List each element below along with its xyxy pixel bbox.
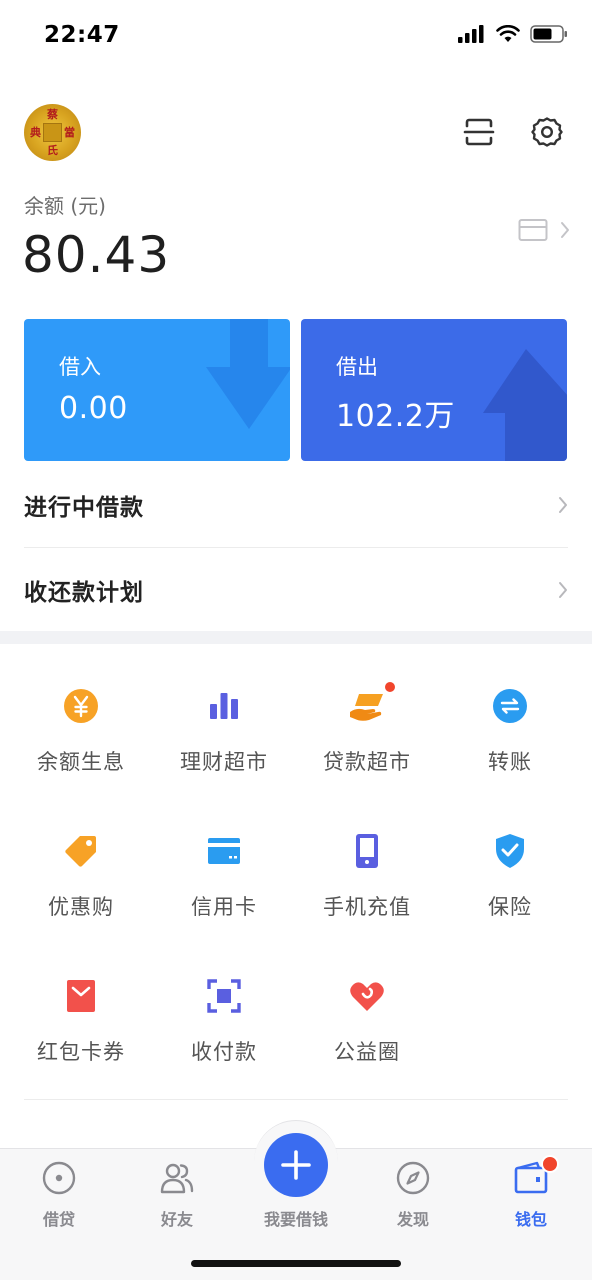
balance-label: 余额 (元) [24,194,106,218]
bank-card-link[interactable] [518,218,570,242]
chevron-right-icon [559,582,567,598]
lend-out-label: 借出 [336,355,378,379]
grid-item-collect-pay[interactable]: 收付款 [152,976,296,1096]
scan-icon[interactable] [463,116,495,148]
status-icons [458,24,568,44]
grid-item-credit-card[interactable]: 信用卡 [152,831,296,951]
grid-label: 信用卡 [191,895,257,919]
section-divider [0,631,592,644]
notification-badge [541,1155,559,1173]
arrow-down-icon [206,319,290,429]
grid-label: 转账 [488,750,532,774]
repayment-plan-row[interactable]: 收还款计划 [24,548,568,632]
gear-icon[interactable] [531,116,563,148]
grid-item-wealth-market[interactable]: 理财超市 [152,686,296,806]
plus-icon [281,1150,311,1180]
grid-divider [24,1099,568,1100]
repayment-plan-label: 收还款计划 [24,580,144,606]
grid-item-balance-interest[interactable]: 余额生息 [9,686,153,806]
grid-label: 优惠购 [48,895,114,919]
hand-money-icon [347,680,397,726]
borrow-money-label: 我要借钱 [263,1210,328,1229]
ongoing-loans-row[interactable]: 进行中借款 [24,463,568,547]
cellular-signal-icon [458,25,484,43]
compass-icon [396,1161,430,1195]
grid-item-coupons[interactable]: 红包卡券 [9,976,153,1096]
status-bar: 22:47 [0,0,592,72]
tab-label: 钱包 [514,1210,547,1229]
battery-icon [530,25,567,43]
tab-friends[interactable]: 好友 [132,1160,222,1230]
tag-icon [61,831,101,871]
borrow-money-button[interactable] [264,1133,328,1197]
borrow-in-tile[interactable]: 借入 0.00 [24,319,290,461]
grid-label: 手机充值 [323,895,411,919]
balance-value: 80.43 [22,226,171,284]
phone-icon [347,831,387,871]
tab-label: 发现 [396,1210,429,1229]
grid-label: 余额生息 [37,750,125,774]
wallet-icon [513,1155,559,1196]
tab-label: 借贷 [42,1210,75,1229]
status-time: 22:47 [44,22,120,48]
lend-out-tile[interactable]: 借出 102.2万 [301,319,567,461]
borrow-in-value: 0.00 [59,391,128,426]
home-indicator [191,1260,401,1267]
yen-coin-icon [61,686,101,726]
tab-discover[interactable]: 发现 [368,1160,458,1230]
grid-item-phone-topup[interactable]: 手机充值 [295,831,439,951]
arrow-up-icon [483,349,567,461]
notification-badge [383,680,397,694]
bar-chart-icon [204,686,244,726]
heart-icon [347,976,387,1016]
scan-icon [204,976,244,1016]
avatar[interactable]: 蔡 典 當 氏 [24,104,81,161]
borrow-in-label: 借入 [59,355,101,379]
grid-item-discount-shop[interactable]: 优惠购 [9,831,153,951]
grid-label: 保险 [488,895,532,919]
shield-check-icon [490,831,530,871]
chevron-right-icon [561,222,569,238]
friends-icon [160,1163,194,1194]
grid-label: 理财超市 [180,750,268,774]
avatar-char-bottom: 氏 [47,144,58,157]
bank-card-icon [518,219,548,241]
grid-label: 收付款 [191,1040,257,1064]
grid-item-transfer[interactable]: 转账 [438,686,582,806]
avatar-char-top: 蔡 [47,108,58,121]
transfer-icon [490,686,530,726]
tab-wallet[interactable]: 钱包 [486,1155,576,1230]
grid-label: 红包卡券 [37,1040,125,1064]
chevron-right-icon [559,497,567,513]
credit-card-icon [204,831,244,871]
avatar-char-right: 當 [64,126,75,139]
tab-label: 好友 [160,1210,193,1229]
grid-label: 公益圈 [334,1040,400,1064]
red-envelope-icon [61,976,101,1016]
tab-loan[interactable]: 借贷 [14,1160,104,1230]
grid-item-charity[interactable]: 公益圈 [295,976,439,1096]
grid-label: 贷款超市 [323,750,411,774]
wifi-icon [496,25,520,42]
avatar-char-left: 典 [30,126,41,139]
grid-item-loan-market[interactable]: 贷款超市 [295,680,439,806]
loan-icon [42,1161,76,1195]
ongoing-loans-label: 进行中借款 [24,495,144,521]
grid-item-insurance[interactable]: 保险 [438,831,582,951]
lend-out-value: 102.2万 [336,399,455,434]
avatar-coin-hole [43,123,62,142]
